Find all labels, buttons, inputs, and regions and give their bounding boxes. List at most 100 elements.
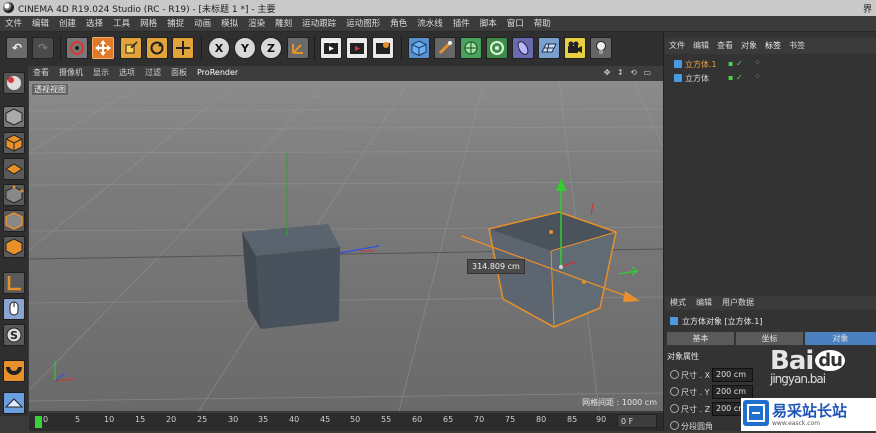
menu-mesh[interactable]: 网格	[135, 16, 162, 29]
size-z-label: 尺寸 . Z	[681, 405, 711, 414]
polygons-mode-icon[interactable]	[3, 236, 25, 258]
am-menu-userdata[interactable]: 用户数据	[717, 296, 759, 308]
menu-window[interactable]: 窗口	[502, 16, 529, 29]
texture-mode-icon[interactable]	[3, 132, 25, 154]
menu-character[interactable]: 角色	[385, 16, 412, 29]
om-menu-bookmarks[interactable]: 书签	[785, 38, 809, 51]
render-settings-icon[interactable]	[372, 37, 394, 59]
timeline-tick: 20	[166, 415, 177, 424]
menu-render[interactable]: 渲染	[243, 16, 270, 29]
move-tool-icon[interactable]	[92, 37, 114, 59]
undo-icon[interactable]: ↶	[6, 37, 28, 59]
size-y-value[interactable]: 200 cm	[712, 385, 753, 399]
redo-icon[interactable]: ↷	[32, 37, 54, 59]
menu-mograph[interactable]: 运动图形	[341, 16, 385, 29]
pen-spline-icon[interactable]	[434, 37, 456, 59]
menu-pipeline[interactable]: 流水线	[412, 16, 448, 29]
tab-coordinates[interactable]: 坐标	[736, 332, 803, 345]
axis-mode-icon[interactable]	[3, 272, 25, 294]
menu-edit[interactable]: 编辑	[27, 16, 54, 29]
om-menu-edit[interactable]: 编辑	[689, 38, 713, 51]
rotate-tool-icon[interactable]	[146, 37, 168, 59]
cube-object[interactable]	[242, 153, 380, 329]
object-row-cube[interactable]: 立方体 ▪ ✓ ⁘	[670, 72, 875, 85]
animate-radio[interactable]	[670, 404, 679, 413]
visibility-check-icon[interactable]: ▪ ✓	[728, 73, 743, 82]
om-menu-tags[interactable]: 标签	[761, 38, 785, 51]
timeline[interactable]: 0 5 10 15 20 25 30 35 40 45 50 55 60 65 …	[29, 413, 663, 431]
edges-mode-icon[interactable]	[3, 210, 25, 232]
snap-icon[interactable]: S	[3, 324, 25, 346]
timeline-tick: 75	[505, 415, 516, 424]
viewport-menu-prorender[interactable]: ProRender	[193, 67, 244, 77]
cube-1-object[interactable]	[461, 178, 640, 328]
mograph-cloner-icon[interactable]	[486, 37, 508, 59]
om-menu-view[interactable]: 查看	[713, 38, 737, 51]
menu-help[interactable]: 帮助	[529, 16, 556, 29]
timeline-tick: 35	[258, 415, 269, 424]
attribute-object-title-text: 立方体对象 [立方体.1]	[682, 317, 763, 326]
floor-environment-icon[interactable]	[538, 37, 560, 59]
subdivision-surface-icon[interactable]	[460, 37, 482, 59]
menu-select[interactable]: 选择	[81, 16, 108, 29]
attribute-manager-menu: 模式 编辑 用户数据	[665, 296, 876, 310]
menu-snap[interactable]: 捕捉	[162, 16, 189, 29]
visibility-check-icon[interactable]: ▪ ✓	[728, 59, 743, 68]
make-editable-icon[interactable]	[3, 72, 25, 94]
viewport-menu-options[interactable]: 选项	[115, 66, 141, 78]
animate-radio[interactable]	[670, 421, 679, 430]
menu-animate[interactable]: 动画	[189, 16, 216, 29]
cube-primitive-icon[interactable]	[408, 37, 430, 59]
render-view-icon[interactable]	[320, 37, 342, 59]
viewport-menu-view[interactable]: 查看	[29, 66, 55, 78]
menu-file[interactable]: 文件	[0, 16, 27, 29]
tag-icon[interactable]: ⁘	[754, 72, 761, 81]
magnet-icon[interactable]	[3, 360, 25, 382]
transform-tool-icon[interactable]	[172, 37, 194, 59]
tweak-mode-icon[interactable]	[3, 298, 25, 320]
workplane-grid-icon[interactable]	[3, 392, 25, 414]
cube-icon	[674, 60, 682, 68]
menu-sculpt[interactable]: 雕刻	[270, 16, 297, 29]
am-menu-edit[interactable]: 编辑	[691, 296, 717, 308]
deformer-icon[interactable]	[512, 37, 534, 59]
timeline-tick: 50	[350, 415, 361, 424]
viewport-menu-filter[interactable]: 过滤	[141, 66, 167, 78]
workplane-mode-icon[interactable]	[3, 158, 25, 180]
menu-tools[interactable]: 工具	[108, 16, 135, 29]
timeline-playhead[interactable]	[35, 416, 42, 428]
model-mode-icon[interactable]	[3, 106, 25, 128]
menu-plugins[interactable]: 插件	[448, 16, 475, 29]
animate-radio[interactable]	[670, 387, 679, 396]
camera-icon[interactable]	[564, 37, 586, 59]
perspective-viewport[interactable]: 透视视图 314.809 cm 网格间距 : 1000 cm	[29, 81, 663, 411]
live-selection-icon[interactable]	[66, 37, 88, 59]
menu-simulate[interactable]: 模拟	[216, 16, 243, 29]
tab-object[interactable]: 对象	[805, 332, 876, 345]
menu-motion-tracker[interactable]: 运动跟踪	[297, 16, 341, 29]
tag-icon[interactable]: ⁘	[754, 58, 761, 67]
tab-basic[interactable]: 基本	[667, 332, 734, 345]
viewport-menu-display[interactable]: 显示	[89, 66, 115, 78]
current-frame-field[interactable]: 0 F	[617, 414, 657, 428]
axis-x-button[interactable]: X	[208, 37, 230, 59]
viewport-menu-panel[interactable]: 面板	[167, 66, 193, 78]
size-x-value[interactable]: 200 cm	[712, 368, 753, 382]
menu-create[interactable]: 创建	[54, 16, 81, 29]
axis-y-button[interactable]: Y	[234, 37, 256, 59]
object-row-cube-1[interactable]: 立方体.1 ▪ ✓ ⁘	[670, 58, 875, 71]
am-menu-mode[interactable]: 模式	[665, 296, 691, 308]
om-menu-objects[interactable]: 对象	[737, 38, 761, 51]
scale-tool-icon[interactable]	[120, 37, 142, 59]
coordinate-system-icon[interactable]	[287, 37, 309, 59]
render-to-picture-viewer-icon[interactable]	[346, 37, 368, 59]
om-menu-file[interactable]: 文件	[665, 38, 689, 51]
points-mode-icon[interactable]	[3, 184, 25, 206]
menu-script[interactable]: 脚本	[475, 16, 502, 29]
axis-z-button[interactable]: Z	[260, 37, 282, 59]
viewport-nav-controls[interactable]: ✥ ↕ ⟲ ▭	[600, 67, 659, 77]
animate-radio[interactable]	[670, 370, 679, 379]
size-y-field[interactable]: 尺寸 . Y 200 cm	[670, 385, 870, 399]
light-icon[interactable]	[590, 37, 612, 59]
viewport-menu-camera[interactable]: 摄像机	[55, 66, 89, 78]
